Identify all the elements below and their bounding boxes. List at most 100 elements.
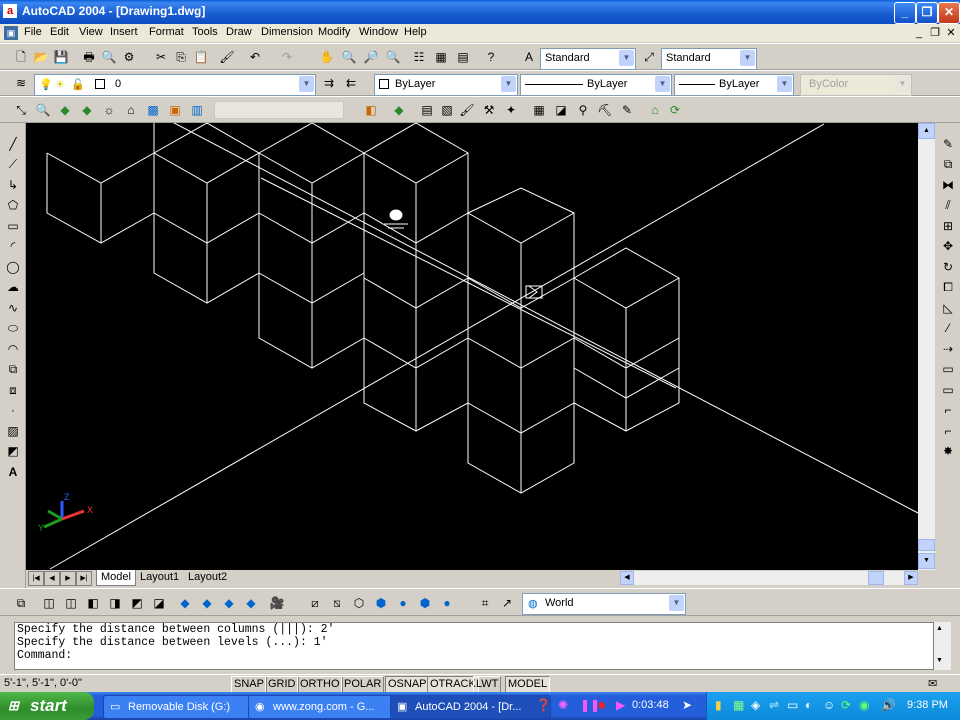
task-autocad[interactable]: ▣ AutoCAD 2004 - [Dr... [390, 695, 551, 719]
match-properties-icon[interactable]: 🖌 [218, 48, 236, 66]
tray-volume-icon[interactable]: 🔊 [881, 698, 896, 712]
command-prompt[interactable]: Command: [15, 649, 933, 662]
color-select[interactable]: ByLayer ▼ [374, 74, 518, 96]
layer-states-icon[interactable]: ◧ [362, 101, 380, 119]
fog-icon[interactable]: ▥ [188, 101, 206, 119]
recorder-arrow-icon[interactable]: ➤ [682, 698, 692, 712]
tools-icon[interactable]: ⚒ [480, 101, 498, 119]
right-view-icon[interactable]: ◨ [106, 594, 124, 612]
arc-icon[interactable]: ◜ [4, 237, 22, 255]
array-icon[interactable]: ⊞ [939, 217, 957, 235]
ellipse-icon[interactable]: ⬭ [4, 319, 22, 337]
grid-toggle[interactable]: GRID [265, 676, 299, 693]
open-icon[interactable]: 📂 [32, 48, 50, 66]
close-button[interactable]: ✕ [938, 2, 960, 24]
explode-icon[interactable]: ✸ [939, 442, 957, 460]
task-browser[interactable]: ◉ www.zong.com - G... [248, 695, 409, 719]
minimize-button[interactable]: _ [894, 2, 916, 24]
materials-icon[interactable]: ▩ [144, 101, 162, 119]
make-object-layer-current-icon[interactable]: ⇉ [320, 74, 338, 92]
trim-icon[interactable]: ⁄ [939, 319, 957, 337]
drawing-doc-icon[interactable]: ▣ [4, 26, 18, 40]
tray-app-icon[interactable]: ▮ [715, 698, 722, 712]
ne-iso-icon[interactable]: ◆ [220, 594, 238, 612]
magic-icon[interactable]: ✦ [502, 101, 520, 119]
vertical-scrollbar[interactable]: ▲ ▼ [918, 123, 935, 570]
help-icon[interactable]: ? [482, 48, 500, 66]
mirror-icon[interactable]: ⧓ [939, 176, 957, 194]
move-icon[interactable]: ✥ [939, 237, 957, 255]
image-icon[interactable]: ▦ [530, 101, 548, 119]
tray-speaker-icon[interactable]: ◐ [805, 698, 812, 712]
zoom-all-icon[interactable]: 🔍 [34, 101, 52, 119]
rectangle-icon[interactable]: ▭ [4, 217, 22, 235]
menu-format[interactable]: Format [149, 26, 184, 38]
menu-insert[interactable]: Insert [110, 26, 138, 38]
point-icon[interactable]: · [4, 401, 22, 419]
dim-style-select[interactable]: Standard ▼ [661, 48, 757, 70]
zoom-previous-icon[interactable]: 🔍 [384, 48, 402, 66]
task-removable-disk[interactable]: ▭ Removable Disk (G:) [103, 695, 270, 719]
ortho-toggle[interactable]: ORTHO [297, 676, 343, 693]
zoom-window-icon[interactable]: 🔎 [362, 48, 380, 66]
flat-edges-icon[interactable]: ⬢ [416, 594, 434, 612]
publish-icon[interactable]: ⚙ [120, 48, 138, 66]
tray-network-icon[interactable]: ▦ [733, 698, 744, 712]
command-window[interactable]: Specify the distance between columns (||… [14, 622, 934, 670]
multiline-text-icon[interactable]: A [4, 463, 22, 481]
scroll-up-icon[interactable]: ▲ [936, 625, 943, 632]
tool-palettes-icon[interactable]: ▤ [454, 48, 472, 66]
se-iso-icon[interactable]: ◆ [198, 594, 216, 612]
linetype-select[interactable]: ByLayer ▼ [520, 74, 672, 96]
lwt-toggle[interactable]: LWT [473, 676, 502, 693]
2d-wireframe-icon[interactable]: ⧄ [306, 594, 324, 612]
doc-minimize-button[interactable]: _ [912, 27, 926, 39]
render-icon[interactable]: ◆ [56, 101, 74, 119]
redo-icon[interactable]: ↷ [278, 48, 296, 66]
flat-shaded-icon[interactable]: ⬢ [372, 594, 390, 612]
scroll-right-icon[interactable]: ▶ [904, 571, 918, 585]
stop-icon[interactable]: ■ [598, 698, 605, 712]
tab-layout2[interactable]: Layout2 [184, 570, 231, 585]
undo-icon[interactable]: ↶ [246, 48, 264, 66]
gouraud-edges-icon[interactable]: ● [438, 594, 456, 612]
print-icon[interactable]: 🖶 [80, 48, 98, 66]
brush-icon[interactable]: ⛏ [596, 101, 614, 119]
paste-icon[interactable]: 📋 [192, 48, 210, 66]
play-icon[interactable]: ▶ [616, 698, 625, 712]
circle-icon[interactable]: ◯ [4, 258, 22, 276]
film-icon[interactable]: ▤ [418, 101, 436, 119]
light-icon[interactable]: ☼ [100, 101, 118, 119]
make-block-icon[interactable]: ⧈ [4, 381, 22, 399]
pan-icon[interactable]: ✋ [318, 48, 336, 66]
copy-object-icon[interactable]: ⧉ [939, 155, 957, 173]
text-style-icon[interactable]: A [520, 48, 538, 66]
line-icon[interactable]: ╱ [4, 135, 22, 153]
new-icon[interactable]: 🗋 [12, 48, 30, 66]
polygon-icon[interactable]: ⬠ [4, 196, 22, 214]
landscape-icon[interactable]: ▣ [166, 101, 184, 119]
join-icon[interactable]: ▭ [939, 381, 957, 399]
menu-window[interactable]: Window [359, 26, 398, 38]
command-scrollbar[interactable]: ▲ ▼ [934, 622, 951, 670]
dim-style-icon[interactable]: ⤢ [640, 48, 658, 66]
menu-dimension[interactable]: Dimension [261, 26, 313, 38]
dist-icon[interactable]: ⤡ [12, 101, 30, 119]
front-view-icon[interactable]: ◩ [128, 594, 146, 612]
chamfer-icon[interactable]: ⌐ [939, 401, 957, 419]
drawing-canvas[interactable]: Z X Y [26, 123, 918, 570]
clock[interactable]: 9:38 PM [907, 699, 948, 711]
ucs-icon-button[interactable]: ⌗ [476, 594, 494, 612]
scroll-up-icon[interactable]: ▲ [918, 123, 935, 139]
polyline-icon[interactable]: ↳ [4, 176, 22, 194]
otrack-toggle[interactable]: OTRACK [427, 676, 479, 693]
erase-icon[interactable]: ✎ [939, 135, 957, 153]
plotstyle-select[interactable]: ByColor ▼ [800, 74, 912, 96]
doc-restore-button[interactable]: ❐ [928, 27, 942, 39]
ellipse-arc-icon[interactable]: ◠ [4, 340, 22, 358]
ucs-select[interactable]: ◍ World ▼ [522, 593, 686, 615]
doc-close-button[interactable]: ✕ [944, 27, 958, 39]
horizontal-scrollbar[interactable]: ◀ ▶ [620, 571, 918, 585]
help-tray-icon[interactable]: ❓ [536, 698, 551, 712]
camera-icon[interactable]: ◪ [552, 101, 570, 119]
